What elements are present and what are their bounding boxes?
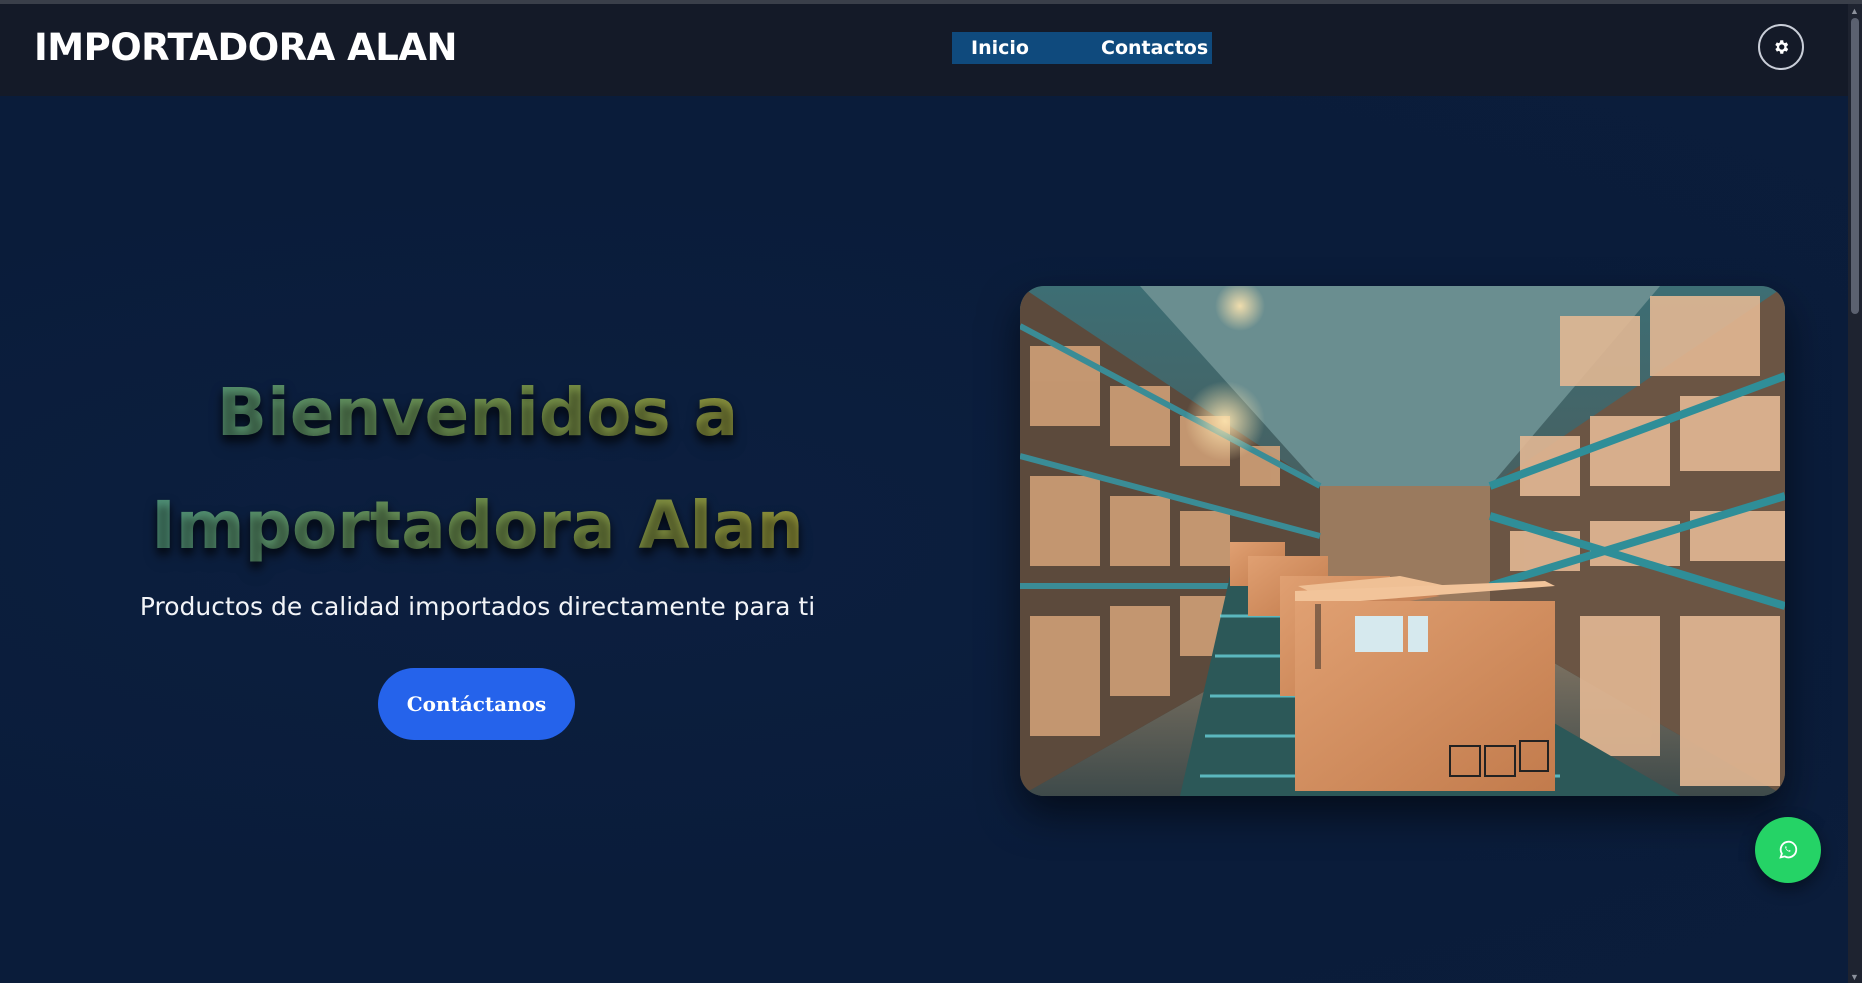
hero-subtitle: Productos de calidad importados directam… xyxy=(139,592,816,621)
warehouse-image xyxy=(1020,286,1785,796)
brand-logo[interactable]: IMPORTADORA ALAN xyxy=(34,26,457,69)
hero-title-line1: Bienvenidos a xyxy=(216,374,739,451)
vertical-scrollbar[interactable]: ▲ ▼ xyxy=(1848,4,1862,983)
whatsapp-icon xyxy=(1779,840,1798,859)
nav-link-contactos[interactable]: Contactos xyxy=(1101,37,1208,59)
gear-icon xyxy=(1775,40,1789,54)
contact-cta-button[interactable]: Contáctanos xyxy=(378,668,575,740)
navbar: IMPORTADORA ALAN Inicio Contactos xyxy=(0,4,1848,96)
theme-toggle-button[interactable] xyxy=(1758,24,1804,70)
hero-title-line2: Importadora Alan xyxy=(151,487,804,564)
whatsapp-button[interactable] xyxy=(1755,817,1821,883)
hero-section: Bienvenidos a Importadora Alan Productos… xyxy=(0,96,1848,983)
scroll-down-arrow-icon[interactable]: ▼ xyxy=(1850,972,1859,982)
nav-link-inicio[interactable]: Inicio xyxy=(971,37,1029,59)
hero-title: Bienvenidos a Importadora Alan xyxy=(0,356,955,582)
scrollbar-thumb[interactable] xyxy=(1851,18,1859,314)
scroll-up-arrow-icon[interactable]: ▲ xyxy=(1850,6,1859,16)
nav-menu: Inicio Contactos xyxy=(952,32,1212,64)
warehouse-photo xyxy=(1020,286,1785,796)
